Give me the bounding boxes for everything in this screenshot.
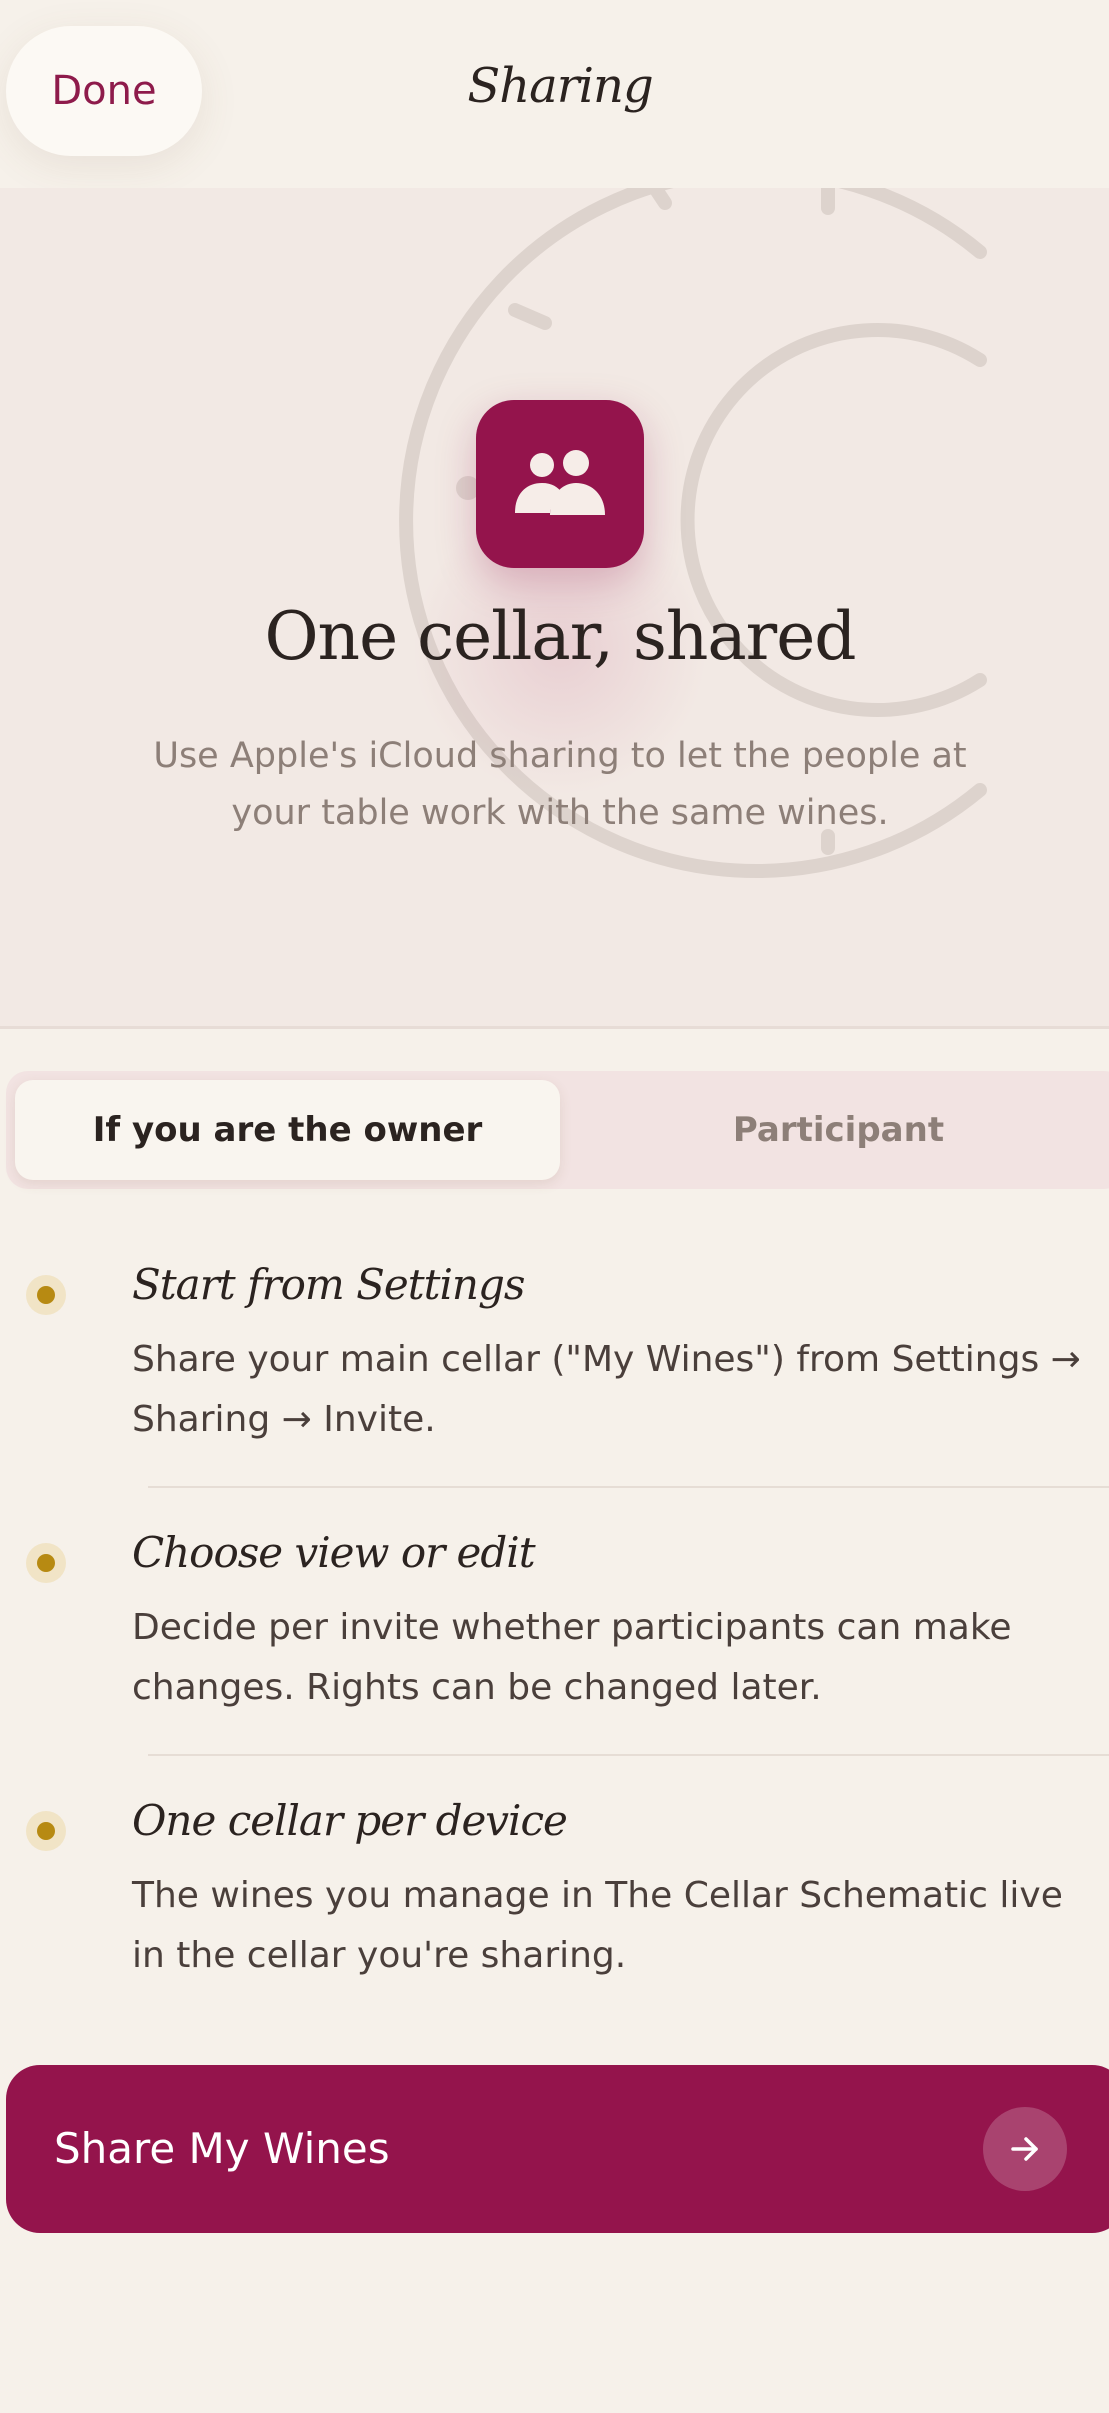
step-title: Start from Settings (132, 1260, 525, 1309)
hero-section: One cellar, shared Use Apple's iCloud sh… (0, 188, 1109, 1029)
bullet-dot-icon (26, 1275, 66, 1315)
step-body-line: in the cellar you're sharing. (132, 1935, 627, 1976)
step-body: The wines you manage in The Cellar Schem… (132, 1866, 1082, 1986)
share-button-label: Share My Wines (54, 2124, 390, 2173)
page-title: Sharing (467, 58, 653, 114)
divider (148, 1486, 1109, 1488)
segment-participant[interactable]: Participant (576, 1080, 1101, 1180)
step-body-line: The wines you manage in The Cellar Schem… (132, 1875, 1063, 1916)
divider (148, 1754, 1109, 1756)
step-body: Decide per invite whether participants c… (132, 1598, 1082, 1718)
hero-subtitle-line: Use Apple's iCloud sharing to let the pe… (153, 736, 967, 776)
segment-owner[interactable]: If you are the owner (15, 1080, 560, 1180)
step-body-line: changes. Rights can be changed later. (132, 1667, 822, 1708)
share-my-wines-button[interactable]: Share My Wines (6, 2065, 1109, 2233)
step-body: Share your main cellar ("My Wines") from… (132, 1330, 1082, 1450)
step-title: One cellar per device (132, 1796, 568, 1845)
navigation-bar: Done Sharing (0, 0, 1109, 188)
arrow-right-icon (983, 2107, 1067, 2191)
list-item: Start from Settings Share your main cell… (0, 1250, 1109, 1518)
step-body-line: Share your main cellar ("My Wines") from… (132, 1339, 1081, 1380)
owner-steps-list: Start from Settings Share your main cell… (0, 1250, 1109, 2054)
people-icon (476, 400, 644, 568)
hero-subtitle-line: your table work with the same wines. (231, 793, 889, 833)
step-body-line: Decide per invite whether participants c… (132, 1607, 1012, 1648)
bullet-dot-icon (26, 1543, 66, 1583)
step-body-line: Sharing → Invite. (132, 1399, 436, 1440)
role-segmented-control: If you are the owner Participant (6, 1071, 1109, 1189)
hero-subtitle: Use Apple's iCloud sharing to let the pe… (120, 728, 1000, 842)
bullet-dot-icon (26, 1811, 66, 1851)
list-item: One cellar per device The wines you mana… (0, 1786, 1109, 2054)
step-title: Choose view or edit (132, 1528, 536, 1577)
list-item: Choose view or edit Decide per invite wh… (0, 1518, 1109, 1786)
hero-title: One cellar, shared (264, 598, 856, 675)
